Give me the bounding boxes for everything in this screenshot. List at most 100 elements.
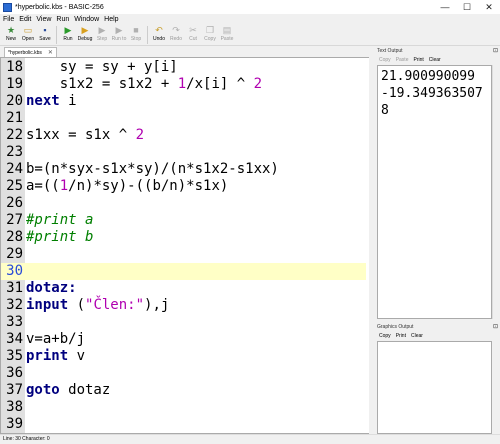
code-text: input ("Člen:"),j <box>26 297 170 313</box>
debug-button[interactable]: ▶ Debug <box>77 24 93 46</box>
maximize-button[interactable]: ☐ <box>456 0 478 14</box>
copy-label: Copy <box>204 36 216 42</box>
redo-icon: ↷ <box>172 25 180 35</box>
dock-pin-icon[interactable]: ⊡ <box>493 323 498 330</box>
code-text: v=a+b/j <box>26 331 86 347</box>
code-line[interactable]: 32 input ("Člen:"),j <box>1 297 366 314</box>
cut-button[interactable]: ✂ Cut <box>185 24 201 46</box>
line-number: 25 <box>6 178 23 194</box>
code-line[interactable]: 25 a=((1/n)*sy)-((b/n)*s1x) <box>1 178 366 195</box>
print-button[interactable]: Print <box>413 57 423 63</box>
editor-scrollbar[interactable] <box>369 57 375 434</box>
new-button[interactable]: ★ New <box>3 24 19 46</box>
line-number: 37 <box>6 382 23 398</box>
paste-button[interactable]: Paste <box>396 57 409 63</box>
window-title: *hyperbolic.kbs - BASIC-256 <box>15 3 104 11</box>
redo-button[interactable]: ↷ Redo <box>168 24 184 46</box>
code-line[interactable]: 24 b=(n*syx-s1x*sy)/(n*s1x2-s1xx) <box>1 161 366 178</box>
menu-view[interactable]: View <box>36 16 51 23</box>
menu-bar: File Edit View Run Window Help <box>0 14 500 24</box>
code-line[interactable]: 34 v=a+b/j <box>1 331 366 348</box>
code-line[interactable]: 36 <box>1 365 366 382</box>
tab-close-icon[interactable]: ✕ <box>48 49 53 56</box>
step-button[interactable]: ▶ Step <box>94 24 110 46</box>
code-text: sy = sy + y[i] <box>26 59 178 75</box>
graphics-output-buttons: Copy Print Clear <box>375 331 500 340</box>
code-text: next i <box>26 93 77 109</box>
code-text: s1x2 = s1x2 + 1/x[i] ^ 2 <box>26 76 263 92</box>
step-icon: ▶ <box>98 25 106 35</box>
new-icon: ★ <box>6 25 16 35</box>
code-line[interactable]: 26 <box>1 195 366 212</box>
code-line[interactable]: 23 <box>1 144 366 161</box>
code-text: goto dotaz <box>26 382 111 398</box>
text-output-scrollbar[interactable] <box>492 65 499 319</box>
minimize-button[interactable]: — <box>434 0 456 14</box>
app-window: *hyperbolic.kbs - BASIC-256 — ☐ ✕ File E… <box>0 0 500 443</box>
paste-button[interactable]: ▤ Paste <box>219 24 235 46</box>
copy-button[interactable]: Copy <box>379 57 391 63</box>
output-line: 21.900990099 <box>381 69 475 84</box>
menu-edit[interactable]: Edit <box>19 16 31 23</box>
copy-button[interactable]: Copy <box>379 333 391 339</box>
copy-button[interactable]: ❐ Copy <box>202 24 218 46</box>
code-line[interactable]: 22 s1xx = s1x ^ 2 <box>1 127 366 144</box>
code-text: #print a <box>26 212 94 228</box>
code-line[interactable]: 28 #print b <box>1 229 366 246</box>
line-number: 24 <box>6 161 23 177</box>
code-line[interactable]: 39 <box>1 416 366 433</box>
line-number: 29 <box>6 246 23 262</box>
open-label: Open <box>21 36 35 42</box>
code-line[interactable]: 18 sy = sy + y[i] <box>1 59 366 76</box>
stop-label: Stop <box>130 36 142 42</box>
menu-file[interactable]: File <box>3 16 14 23</box>
run-to-button[interactable]: ▶ Run to <box>111 24 127 46</box>
title-bar: *hyperbolic.kbs - BASIC-256 — ☐ ✕ <box>0 0 500 14</box>
code-line[interactable]: 38 <box>1 399 366 416</box>
open-button[interactable]: ▭ Open <box>20 24 36 46</box>
line-number: 28 <box>6 229 23 245</box>
tab-bar: *hyperbolic.kbs ✕ <box>0 46 375 57</box>
clear-button[interactable]: Clear <box>429 57 441 63</box>
code-line[interactable]: 31 dotaz: <box>1 280 366 297</box>
print-button[interactable]: Print <box>396 333 406 339</box>
save-button[interactable]: ▪ Save <box>37 24 53 46</box>
graphics-output-canvas[interactable] <box>377 341 492 434</box>
step-label: Step <box>96 36 108 42</box>
code-editor[interactable]: 18 sy = sy + y[i] 19 s1x2 = s1x2 + 1/x[i]… <box>0 57 370 434</box>
text-output-area[interactable]: 21.900990099 -19.349363507 8 <box>377 65 492 319</box>
code-line[interactable]: 35 print v <box>1 348 366 365</box>
close-button[interactable]: ✕ <box>478 0 500 14</box>
dock-pin-icon[interactable]: ⊡ <box>493 47 498 54</box>
run-button[interactable]: ▶ Run <box>60 24 76 46</box>
graphics-output-header: Graphics Output ⊡ Copy Print Clear <box>375 322 500 341</box>
clear-button[interactable]: Clear <box>411 333 423 339</box>
code-line[interactable]: 19 s1x2 = s1x2 + 1/x[i] ^ 2 <box>1 76 366 93</box>
line-number: 22 <box>6 127 23 143</box>
menu-run[interactable]: Run <box>56 16 69 23</box>
stop-button[interactable]: ■ Stop <box>128 24 144 46</box>
code-line[interactable]: 33 <box>1 314 366 331</box>
code-text: a=((1/n)*sy)-((b/n)*s1x) <box>26 178 229 194</box>
code-line[interactable]: 21 <box>1 110 366 127</box>
tab-hyperbolic[interactable]: *hyperbolic.kbs ✕ <box>4 47 57 57</box>
run-to-icon: ▶ <box>115 25 123 35</box>
debug-label: Debug <box>77 36 93 42</box>
undo-label: Undo <box>153 36 165 42</box>
line-number: 33 <box>6 314 23 330</box>
code-line[interactable]: 20 next i <box>1 93 366 110</box>
line-number: 20 <box>6 93 23 109</box>
menu-window[interactable]: Window <box>74 16 99 23</box>
code-line[interactable]: 29 <box>1 246 366 263</box>
code-line[interactable]: 30 <box>1 263 366 280</box>
line-number: 38 <box>6 399 23 415</box>
line-number: 39 <box>6 416 23 432</box>
open-icon: ▭ <box>23 25 33 35</box>
app-icon <box>3 2 12 12</box>
undo-button[interactable]: ↶ Undo <box>151 24 167 46</box>
menu-help[interactable]: Help <box>104 16 118 23</box>
code-line[interactable]: 27 #print a <box>1 212 366 229</box>
code-line[interactable]: 37 goto dotaz <box>1 382 366 399</box>
run-icon: ▶ <box>64 25 72 35</box>
line-number: 27 <box>6 212 23 228</box>
